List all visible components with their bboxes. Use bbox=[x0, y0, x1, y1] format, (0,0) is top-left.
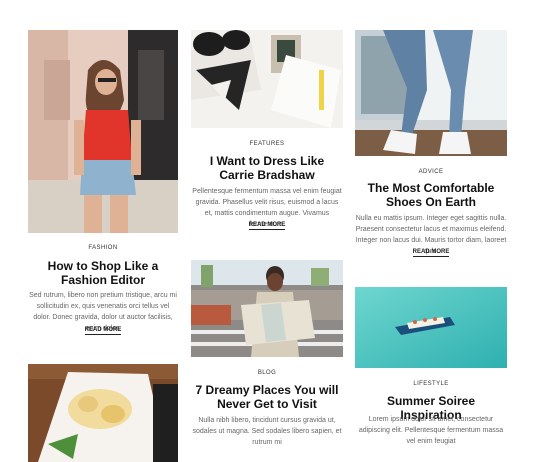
post-image[interactable] bbox=[191, 30, 343, 128]
chips-plate-photo-icon bbox=[28, 364, 178, 462]
lingerie-flatlay-photo-icon bbox=[191, 30, 343, 128]
woman-red-shirt-photo-icon bbox=[28, 30, 178, 233]
read-more-link[interactable]: READ MORE bbox=[191, 222, 343, 230]
post-image[interactable] bbox=[355, 30, 507, 156]
post-category[interactable]: BLOG bbox=[191, 370, 343, 376]
post-category[interactable]: FEATURES bbox=[191, 141, 343, 147]
post-category[interactable]: ADVICE bbox=[355, 169, 507, 175]
man-with-map-photo-icon bbox=[191, 260, 343, 357]
read-more-link[interactable]: READ MORE bbox=[355, 249, 507, 257]
post-category[interactable]: LIFESTYLE bbox=[355, 381, 507, 387]
post-image[interactable] bbox=[355, 287, 507, 368]
post-title[interactable]: The Most Comfortable Shoes On Earth bbox=[355, 181, 507, 209]
post-title[interactable]: I Want to Dress Like Carrie Bradshaw bbox=[191, 154, 343, 182]
blog-grid: FASHION How to Shop Like a Fashion Edito… bbox=[0, 0, 540, 462]
post-card-fashion: FASHION How to Shop Like a Fashion Edito… bbox=[28, 30, 178, 340]
post-title[interactable]: 7 Dreamy Places You will Never Get to Vi… bbox=[191, 383, 343, 411]
post-card-food bbox=[28, 364, 178, 462]
read-more-link[interactable]: READ MORE bbox=[28, 327, 178, 335]
boat-sea-aerial-photo-icon bbox=[355, 287, 507, 368]
post-category[interactable]: FASHION bbox=[28, 245, 178, 251]
post-image[interactable] bbox=[28, 364, 178, 462]
post-card-lifestyle: LIFESTYLE Summer Soiree Inspiration Lore… bbox=[355, 287, 507, 462]
post-image[interactable] bbox=[191, 260, 343, 357]
post-title[interactable]: How to Shop Like a Fashion Editor bbox=[28, 259, 178, 287]
post-card-features: FEATURES I Want to Dress Like Carrie Bra… bbox=[191, 30, 343, 240]
post-excerpt: Nulla nibh libero, tincidunt cursus grav… bbox=[192, 417, 342, 446]
post-card-blog: BLOG 7 Dreamy Places You will Never Get … bbox=[191, 260, 343, 462]
jeans-sneakers-photo-icon bbox=[355, 30, 507, 156]
post-excerpt: Lorem ipsum dolor sit amet, consectetur … bbox=[358, 416, 504, 445]
post-card-advice: ADVICE The Most Comfortable Shoes On Ear… bbox=[355, 30, 507, 260]
post-image[interactable] bbox=[28, 30, 178, 233]
